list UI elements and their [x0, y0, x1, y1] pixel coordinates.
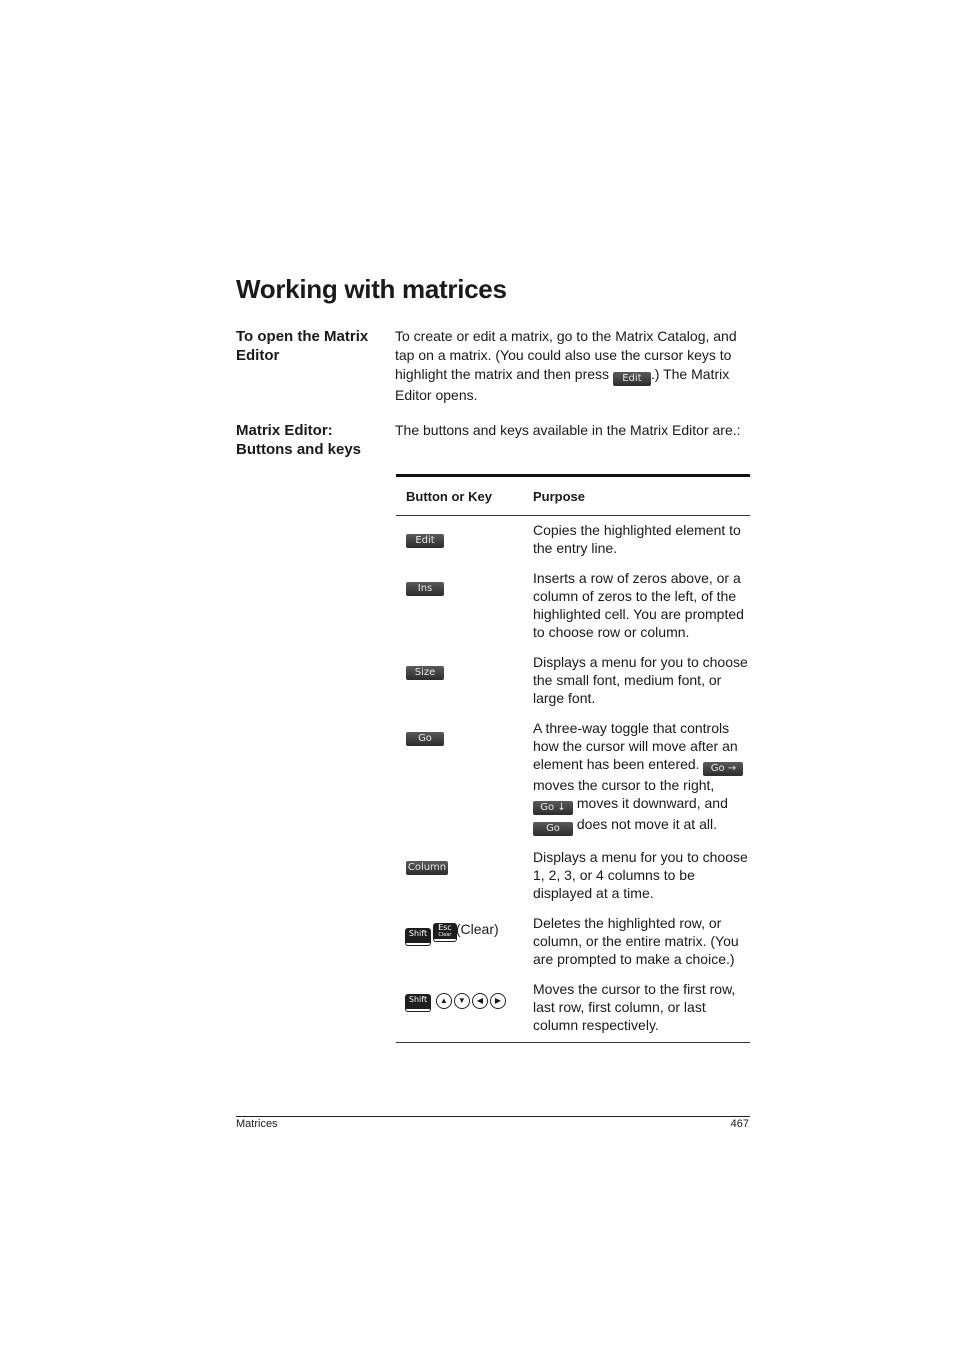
purpose-text: Copies the highlighted element to the en…	[533, 522, 741, 556]
go-down-softkey: Go ↓	[533, 801, 573, 815]
heading-line: Buttons and keys	[236, 441, 362, 458]
buttons-keys-paragraph: The buttons and keys available in the Ma…	[395, 422, 741, 438]
section-heading-buttons-keys: Matrix Editor: Buttons and keys	[236, 421, 386, 459]
open-editor-paragraph: To create or edit a matrix, go to the Ma…	[395, 327, 750, 405]
size-softkey: Size	[406, 666, 444, 680]
buttons-keys-table: Button or Key Purpose Edit Copies the hi…	[396, 474, 750, 1043]
purpose-text: Displays a menu for you to choose 1, 2, …	[533, 849, 748, 901]
footer-rule	[236, 1116, 750, 1117]
table-header: Button or Key Purpose	[396, 477, 750, 516]
heading-line: Matrix Editor:	[236, 422, 333, 439]
up-arrow-icon: ▲	[435, 993, 452, 1009]
go-softkey: Go	[406, 732, 444, 746]
footer-section-name: Matrices	[236, 1118, 278, 1130]
purpose-text: A three-way toggle that controls how the…	[533, 719, 750, 836]
header-purpose: Purpose	[533, 488, 586, 504]
down-arrow-icon: ▼	[453, 993, 470, 1009]
edit-softkey: Edit	[406, 534, 444, 548]
purpose-text-part: moves the cursor to the right,	[533, 777, 715, 793]
section-heading-open-editor: To open the Matrix Editor	[236, 328, 369, 364]
go-none-softkey: Go	[533, 822, 573, 836]
purpose-text: Inserts a row of zeros above, or a colum…	[533, 570, 744, 640]
clear-label: (Clear)	[455, 921, 499, 937]
go-right-softkey: Go →	[703, 762, 744, 776]
purpose-text: Moves the cursor to the first row, last …	[533, 981, 736, 1033]
purpose-text: Displays a menu for you to choose the sm…	[533, 654, 748, 706]
header-button-or-key: Button or Key	[406, 488, 492, 504]
page-number: 467	[730, 1118, 749, 1130]
ins-softkey: Ins	[406, 582, 444, 596]
table-bottom-rule	[396, 1042, 750, 1043]
edit-softkey: Edit	[612, 372, 651, 386]
table-row: Go A three-way toggle that controls how …	[396, 719, 750, 836]
table-row: Ins Inserts a row of zeros above, or a c…	[396, 569, 750, 641]
esc-key-label: Esc	[438, 923, 452, 932]
purpose-text-part: does not move it at all.	[576, 816, 717, 832]
shift-key: Shift	[406, 995, 430, 1011]
purpose-text-part: moves it downward, and	[576, 795, 728, 811]
table-row: Shift Esc Clear (Clear) Deletes the highli…	[396, 914, 750, 968]
left-arrow-icon: ◀	[471, 993, 488, 1009]
purpose-text: Deletes the highlighted row, or column, …	[533, 915, 739, 967]
table-row: Column Displays a menu for you to choose…	[396, 848, 750, 902]
table-row: Shift ▲ ▼ ◀ ▶ Moves the cursor to the first…	[396, 980, 750, 1042]
table-row: Edit Copies the highlighted element to t…	[396, 521, 750, 557]
clear-key-sublabel: Clear	[438, 932, 452, 938]
right-arrow-icon: ▶	[489, 993, 506, 1009]
table-row: Size Displays a menu for you to choose t…	[396, 653, 750, 707]
shift-key: Shift	[406, 929, 430, 945]
page-title: Working with matrices	[236, 274, 507, 304]
esc-clear-key: Esc Clear	[433, 923, 456, 941]
column-softkey: Column	[406, 861, 448, 875]
